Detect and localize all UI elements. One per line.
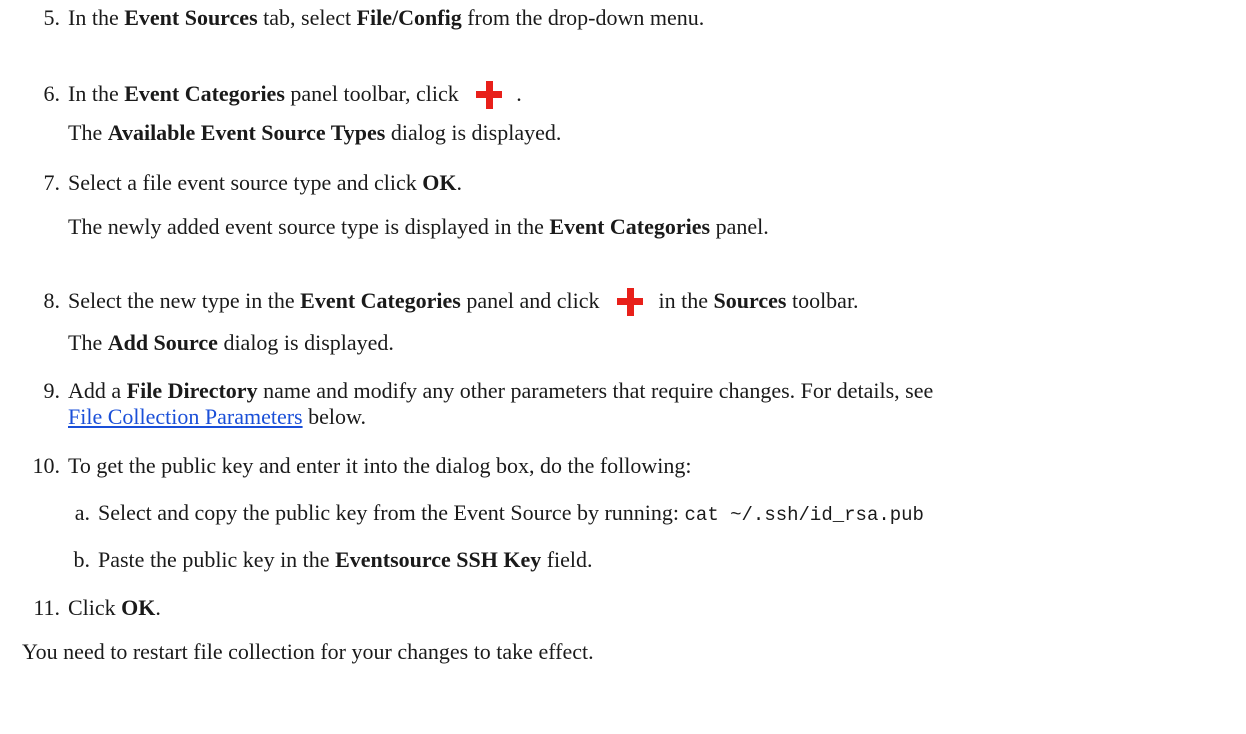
step-number: 11. xyxy=(33,595,60,620)
substep-letter: a. xyxy=(74,500,90,525)
step-number: 6. xyxy=(43,81,61,106)
code-snippet: cat ~/.ssh/id_rsa.pub xyxy=(684,504,924,526)
step-text: In the Event Sources tab, select File/Co… xyxy=(68,5,705,30)
plus-icon xyxy=(617,288,644,316)
step-number: 7. xyxy=(43,170,61,195)
step-text: In the Event Categories panel toolbar, c… xyxy=(68,81,522,109)
step-text: Select the new type in the Event Categor… xyxy=(68,288,859,316)
step-number: 9. xyxy=(43,378,61,403)
step-number: 8. xyxy=(43,288,61,313)
substep-letter: b. xyxy=(73,547,91,572)
step-number: 10. xyxy=(32,453,61,478)
plus-icon xyxy=(476,81,503,109)
step-text: To get the public key and enter it into … xyxy=(68,453,692,478)
step-number: 5. xyxy=(43,5,61,30)
step-text: Select a file event source type and clic… xyxy=(68,170,463,195)
file-collection-parameters-link[interactable]: File Collection Parameters xyxy=(68,404,303,429)
step-text: Add a File Directory name and modify any… xyxy=(68,378,934,403)
step-text: Click OK. xyxy=(68,595,161,620)
